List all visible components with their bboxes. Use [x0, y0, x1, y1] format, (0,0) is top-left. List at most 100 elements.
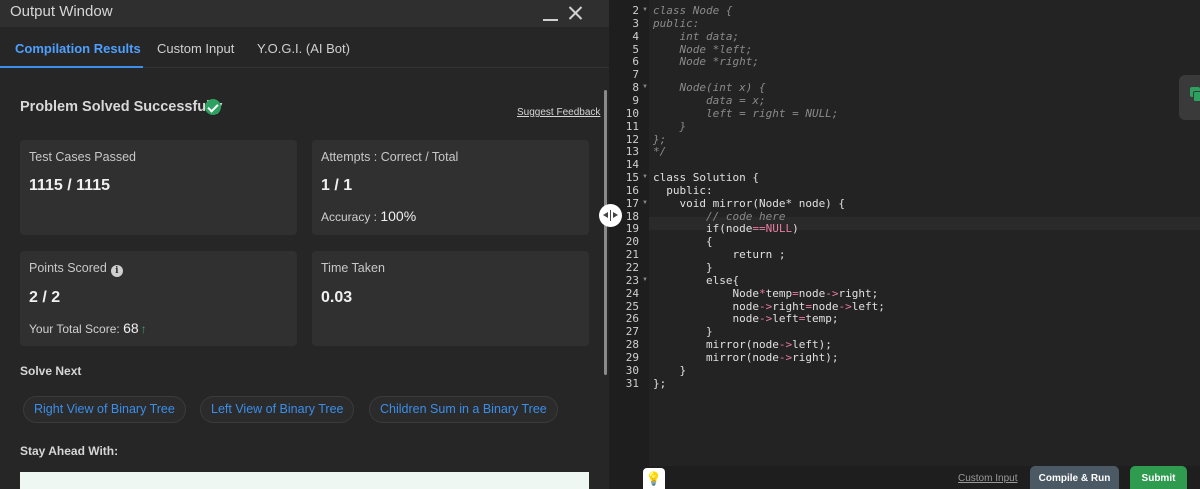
- output-window: Output Window Compilation Results Custom…: [0, 0, 609, 489]
- code-line[interactable]: node->left=temp;: [653, 312, 838, 325]
- line-number: 30: [625, 363, 639, 377]
- attempts-value: 1 / 1: [321, 177, 353, 194]
- submit-button[interactable]: Submit: [1130, 466, 1187, 489]
- line-number: 22: [625, 261, 639, 274]
- line-number: 28: [625, 338, 639, 352]
- arrow-up-icon: ↑: [140, 322, 147, 336]
- code-line[interactable]: {: [653, 235, 713, 248]
- points-label: Points Scored: [29, 261, 107, 275]
- code-line[interactable]: }: [653, 364, 686, 377]
- fold-arrow-icon[interactable]: ▼: [642, 4, 648, 17]
- line-number: 13: [625, 145, 639, 159]
- code-line[interactable]: mirror(node->right);: [653, 351, 838, 364]
- code-line[interactable]: class Solution {: [653, 171, 759, 184]
- active-tab-indicator: [0, 66, 143, 68]
- side-panel-toggle-icon[interactable]: [1179, 75, 1200, 120]
- code-line[interactable]: */: [653, 145, 666, 158]
- fold-arrow-icon[interactable]: ▼: [642, 171, 648, 184]
- code-line[interactable]: void mirror(Node* node) {: [653, 197, 845, 210]
- window-title: Output Window: [10, 3, 113, 20]
- line-number: 14: [625, 158, 639, 172]
- output-window-titlebar: Output Window: [0, 0, 609, 27]
- fold-arrow-icon[interactable]: ▼: [642, 197, 648, 210]
- line-number: 23: [625, 273, 639, 287]
- accuracy-label: Accuracy :: [321, 210, 378, 224]
- code-line[interactable]: left = right = NULL;: [653, 107, 838, 120]
- test-cases-card: Test Cases Passed 1115 / 1115: [20, 140, 297, 235]
- fold-arrow-icon[interactable]: ▼: [642, 274, 648, 287]
- time-card: Time Taken 0.03: [312, 251, 589, 346]
- total-score-value: 68: [123, 320, 139, 336]
- info-icon[interactable]: i: [110, 265, 123, 277]
- solve-next-chip[interactable]: Right View of Binary Tree: [23, 396, 186, 423]
- line-number: 10: [625, 106, 639, 120]
- code-line[interactable]: int data;: [653, 30, 739, 43]
- code-line[interactable]: public:: [653, 184, 712, 197]
- tab-custom-input[interactable]: Custom Input: [157, 41, 234, 56]
- code-line[interactable]: if(node==NULL): [653, 222, 799, 235]
- line-number: 29: [625, 350, 639, 364]
- solve-next-chip[interactable]: Left View of Binary Tree: [200, 396, 355, 423]
- code-line[interactable]: mirror(node->left);: [653, 338, 832, 351]
- code-line[interactable]: Node(int x) {: [653, 81, 765, 94]
- points-card: Points Scored i 2 / 2 Your Total Score: 6…: [20, 251, 297, 346]
- output-tabs: Compilation Results Custom Input Y.O.G.I…: [0, 28, 609, 68]
- line-number: 24: [625, 286, 639, 300]
- code-line[interactable]: return ;: [653, 248, 785, 261]
- compile-run-button[interactable]: Compile & Run: [1030, 466, 1119, 489]
- accuracy-value: 100%: [380, 208, 417, 224]
- code-line[interactable]: class Node {: [653, 4, 732, 17]
- attempts-card: Attempts : Correct / Total 1 / 1 Accurac…: [312, 140, 589, 235]
- line-number: 8: [632, 81, 639, 95]
- solve-next-title: Solve Next: [20, 364, 82, 378]
- line-number: 31: [625, 376, 639, 390]
- time-value: 0.03: [321, 289, 353, 306]
- code-line[interactable]: Node *left;: [653, 43, 752, 56]
- close-icon[interactable]: [565, 2, 587, 24]
- code-line[interactable]: }: [653, 120, 686, 133]
- line-number: 5: [632, 42, 639, 56]
- line-number: 27: [625, 325, 639, 339]
- promo-banner[interactable]: [20, 472, 589, 489]
- accuracy-row: Accuracy : 100%: [321, 208, 416, 224]
- panel-resize-handle[interactable]: [599, 204, 622, 227]
- line-number: 6: [632, 55, 639, 69]
- total-score-label: Your Total Score:: [29, 322, 120, 336]
- code-line[interactable]: // code here: [653, 210, 785, 223]
- line-number: 15: [625, 171, 639, 185]
- line-number: 25: [625, 299, 639, 313]
- code-line[interactable]: Node *right;: [653, 55, 758, 68]
- line-number: 7: [632, 68, 639, 82]
- time-label: Time Taken: [321, 261, 385, 275]
- code-line[interactable]: data = x;: [653, 94, 766, 107]
- line-number: 2: [632, 4, 639, 17]
- test-cases-label: Test Cases Passed: [29, 150, 136, 164]
- solve-next-chip[interactable]: Children Sum in a Binary Tree: [369, 396, 558, 423]
- line-number: 20: [625, 235, 639, 249]
- line-number: 16: [625, 183, 639, 197]
- code-line[interactable]: };: [653, 133, 666, 146]
- points-value: 2 / 2: [29, 289, 61, 306]
- code-line[interactable]: }: [653, 325, 713, 338]
- code-line[interactable]: else{: [653, 274, 739, 287]
- check-circle-icon: [205, 99, 221, 115]
- code-line[interactable]: };: [653, 377, 666, 390]
- code-line[interactable]: Node*temp=node->right;: [653, 287, 878, 300]
- result-status: Problem Solved Successfully: [20, 99, 223, 115]
- code-line[interactable]: public:: [653, 17, 699, 30]
- line-number: 3: [632, 16, 639, 30]
- tab-compilation-results[interactable]: Compilation Results: [15, 41, 141, 56]
- suggest-feedback-link[interactable]: Suggest Feedback: [517, 107, 600, 118]
- code-line[interactable]: }: [653, 261, 713, 274]
- fold-arrow-icon[interactable]: ▼: [642, 81, 648, 94]
- line-number: 9: [632, 93, 639, 107]
- minimize-icon[interactable]: [540, 2, 562, 24]
- code-line[interactable]: node->right=node->left;: [653, 300, 884, 313]
- tab-yogi-ai-bot[interactable]: Y.O.G.I. (AI Bot): [257, 41, 350, 56]
- total-score-row: Your Total Score: 68 ↑: [29, 320, 147, 336]
- attempts-label: Attempts : Correct / Total: [321, 150, 459, 164]
- lightbulb-icon[interactable]: 💡: [643, 468, 665, 489]
- output-scrollbar[interactable]: [604, 90, 607, 375]
- line-number: 11: [625, 119, 639, 133]
- custom-input-link[interactable]: Custom Input: [958, 473, 1017, 484]
